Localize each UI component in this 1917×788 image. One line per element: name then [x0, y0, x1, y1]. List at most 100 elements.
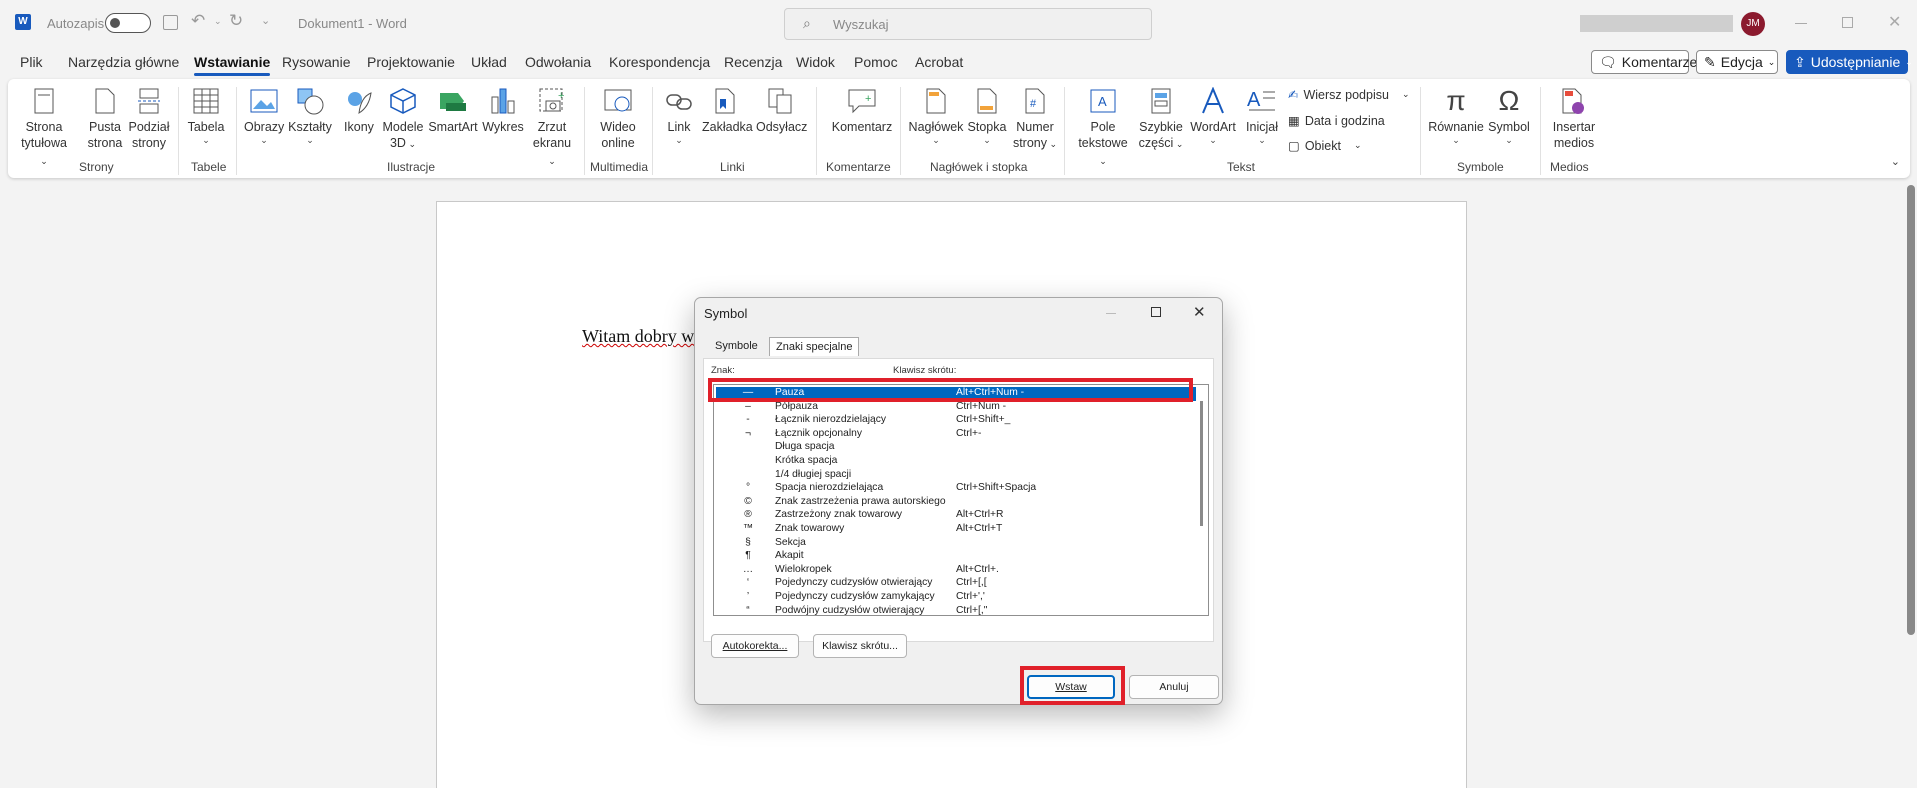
list-item[interactable]: 1/4 długiej spacji: [716, 469, 1196, 483]
divider: [178, 87, 179, 175]
drop-cap-button[interactable]: A Inicjał ⌄: [1242, 85, 1282, 145]
insert-media-button[interactable]: Insertar medios: [1548, 85, 1600, 151]
tab-korespondencja[interactable]: Korespondencja: [609, 54, 710, 70]
chevron-down-icon: ⌄: [1401, 89, 1410, 99]
special-characters-list[interactable]: — Pauza Alt+Ctrl+Num - – Półpauza Ctrl+Num --…: [713, 384, 1209, 616]
list-item[interactable]: ™ Znak towarowy Alt+Ctrl+T: [716, 523, 1196, 537]
blank-page-button[interactable]: Pusta strona: [86, 85, 124, 151]
cancel-button[interactable]: Anuluj: [1129, 675, 1219, 699]
save-icon[interactable]: [163, 15, 178, 30]
date-time-button[interactable]: ▦ Data i godzina: [1288, 113, 1385, 129]
close-icon[interactable]: ✕: [1888, 12, 1901, 32]
list-item[interactable]: – Półpauza Ctrl+Num -: [716, 401, 1196, 415]
label: Obrazy: [244, 120, 285, 134]
autosave-toggle[interactable]: [105, 13, 151, 33]
tab-uklad[interactable]: Układ: [471, 54, 507, 70]
divider: [1420, 87, 1421, 175]
list-item[interactable]: ¶ Akapit: [716, 550, 1196, 564]
label: Inicjał: [1246, 120, 1278, 134]
list-item[interactable]: § Sekcja: [716, 537, 1196, 551]
list-item[interactable]: ® Zastrzeżony znak towarowy Alt+Ctrl+R: [716, 509, 1196, 523]
page-break-button[interactable]: Podział strony: [128, 85, 170, 151]
pictures-button[interactable]: Obrazy ⌄: [244, 85, 284, 145]
symbol-button[interactable]: Ω Symbol ⌄: [1486, 85, 1532, 146]
collapse-ribbon-icon[interactable]: ⌄: [1891, 155, 1900, 168]
dialog-close-icon[interactable]: ✕: [1193, 303, 1206, 321]
autocorrect-button[interactable]: Autokorekta...: [711, 634, 799, 658]
link-button[interactable]: Link ⌄: [662, 85, 696, 145]
tab-odwolania[interactable]: Odwołania: [525, 54, 591, 70]
vertical-scrollbar[interactable]: [1907, 185, 1915, 635]
smartart-button[interactable]: SmartArt: [428, 85, 478, 135]
undo-icon[interactable]: ↶: [191, 11, 205, 31]
list-scrollbar[interactable]: [1200, 401, 1203, 526]
list-item[interactable]: Długa spacja: [716, 441, 1196, 455]
editing-button[interactable]: ✎ Edycja ⌄: [1696, 50, 1778, 74]
3d-models-button[interactable]: Modele 3D ⌄: [380, 85, 426, 152]
list-item[interactable]: - Łącznik nierozdzielający Ctrl+Shift+_: [716, 414, 1196, 428]
list-item[interactable]: ¬ Łącznik opcjonalny Ctrl+-: [716, 428, 1196, 442]
tab-wstawianie[interactable]: Wstawianie: [194, 54, 271, 76]
icons-button[interactable]: Ikony: [341, 85, 377, 135]
bookmark-button[interactable]: Zakładka: [702, 85, 753, 135]
chevron-down-icon: ⌄: [1047, 139, 1058, 149]
tab-projektowanie[interactable]: Projektowanie: [367, 54, 455, 70]
list-item[interactable]: © Znak zastrzeżenia prawa autorskiego: [716, 496, 1196, 510]
list-item[interactable]: ’ Pojedynczy cudzysłów zamykający Ctrl+',': [716, 591, 1196, 605]
share-icon: ⇪: [1794, 53, 1806, 70]
list-item[interactable]: … Wielokropek Alt+Ctrl+.: [716, 564, 1196, 578]
document-text[interactable]: Witam dobry w: [582, 326, 694, 347]
header-button[interactable]: Nagłówek ⌄: [906, 85, 966, 145]
table-button[interactable]: Tabela ⌄: [186, 85, 226, 145]
svg-text:A: A: [1247, 89, 1261, 111]
wordart-button[interactable]: WordArt ⌄: [1188, 85, 1238, 145]
redo-icon[interactable]: ↻: [229, 11, 243, 31]
quick-parts-button[interactable]: Szybkie części ⌄: [1138, 85, 1184, 152]
list-item-shortcut: Ctrl+Shift+Spacja: [956, 482, 1037, 494]
restore-icon[interactable]: [1842, 17, 1853, 28]
list-item-name: Krótka spacja: [775, 455, 838, 466]
comment-button[interactable]: + Komentarz: [826, 85, 898, 135]
list-item-char: …: [742, 563, 754, 575]
share-button[interactable]: ⇪ Udostępnianie ⌄: [1786, 50, 1913, 74]
tab-acrobat[interactable]: Acrobat: [915, 54, 963, 70]
tab-narzedzia-glowne[interactable]: Narzędzia główne: [68, 54, 179, 70]
cover-page-button[interactable]: Strona tytułowa ⌄: [18, 85, 70, 169]
search-box[interactable]: ⌕ Wyszukaj: [784, 8, 1152, 40]
list-item[interactable]: “ Podwójny cudzysłów otwierający Ctrl+[,": [716, 605, 1196, 619]
tab-pomoc[interactable]: Pomoc: [854, 54, 898, 70]
page-number-button[interactable]: # Numer strony ⌄: [1012, 85, 1058, 152]
pi-icon: π: [1446, 85, 1466, 116]
online-video-button[interactable]: Wideo online: [596, 85, 640, 151]
tab-special-characters[interactable]: Znaki specjalne: [769, 337, 860, 356]
comments-button[interactable]: 🗨 Komentarze: [1591, 50, 1697, 74]
chart-button[interactable]: Wykres: [482, 85, 524, 135]
tab-widok[interactable]: Widok: [796, 54, 835, 70]
tab-rysowanie[interactable]: Rysowanie: [282, 54, 350, 70]
tab-plik[interactable]: Plik: [20, 54, 43, 70]
list-item[interactable]: Krótka spacja: [716, 455, 1196, 469]
object-button[interactable]: ▢ Obiekt ⌄: [1288, 138, 1362, 154]
screenshot-button[interactable]: + Zrzut ekranu ⌄: [530, 85, 574, 169]
cross-reference-button[interactable]: Odsyłacz: [756, 85, 807, 135]
dialog-maximize-icon[interactable]: [1151, 307, 1161, 317]
list-item[interactable]: ‘ Pojedynczy cudzysłów otwierający Ctrl+[,…: [716, 577, 1196, 591]
equation-button[interactable]: π Równanie ⌄: [1428, 85, 1484, 146]
undo-dropdown-icon[interactable]: ⌄: [214, 16, 222, 27]
footer-button[interactable]: Stopka ⌄: [966, 85, 1008, 145]
list-item[interactable]: ° Spacja nierozdzielająca Ctrl+Shift+Spacj…: [716, 482, 1196, 496]
minimize-icon[interactable]: [1795, 23, 1807, 24]
list-item-char: “: [746, 604, 750, 616]
shortcut-key-button[interactable]: Klawisz skrótu...: [813, 634, 907, 658]
avatar[interactable]: JM: [1741, 12, 1765, 36]
customize-toolbar-icon[interactable]: ⌄: [261, 14, 270, 27]
text-box-icon: A: [1088, 85, 1118, 117]
signature-line-button[interactable]: ✍ Wiersz podpisu ⌄: [1288, 87, 1410, 103]
tab-recenzja[interactable]: Recenzja: [724, 54, 782, 70]
label: Pole: [1090, 120, 1116, 134]
shapes-button[interactable]: Kształty ⌄: [288, 85, 332, 145]
label: ekranu: [532, 136, 572, 150]
tab-symbols[interactable]: Symbole: [709, 337, 764, 355]
divider: [1540, 87, 1541, 175]
text-box-button[interactable]: A Pole tekstowe ⌄: [1074, 85, 1132, 169]
